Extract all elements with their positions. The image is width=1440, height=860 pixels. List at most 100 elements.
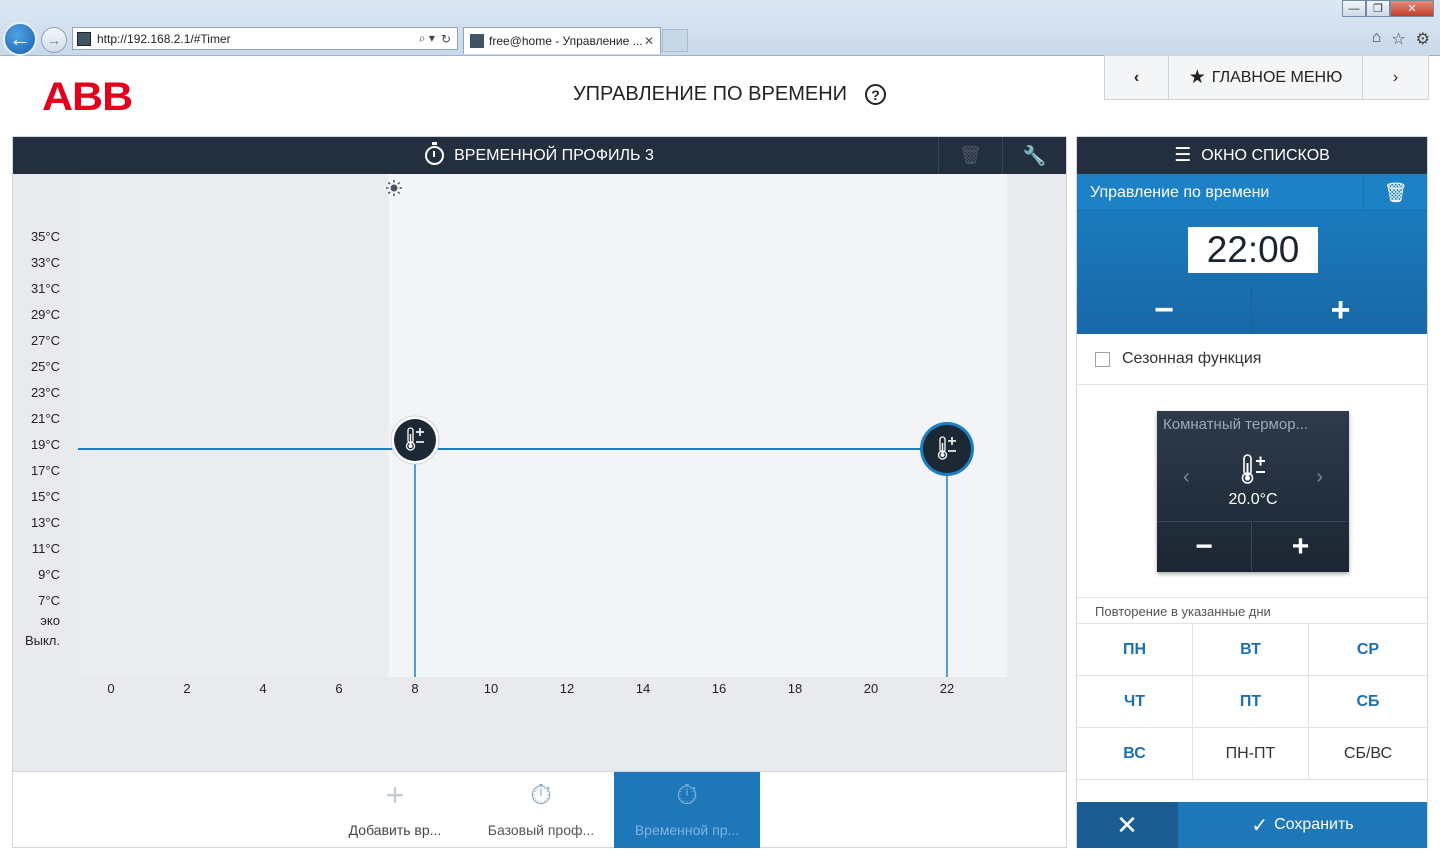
time-profile-label: Временной пр... <box>634 822 740 838</box>
day-button-wed[interactable]: СР <box>1309 624 1427 676</box>
y-tick-label: Выкл. <box>25 633 60 648</box>
search-icon[interactable]: ⌕ ▾ <box>419 31 435 46</box>
seasonal-function-checkbox[interactable] <box>1095 351 1110 367</box>
base-profile-label: Базовый проф... <box>487 822 595 838</box>
y-tick-label: 33°C <box>31 255 60 270</box>
browser-tab[interactable]: free@home - Управление ... ✕ <box>463 27 661 54</box>
seasonal-function-label: Сезонная функция <box>1122 350 1262 367</box>
time-decrease-button[interactable]: − <box>1077 287 1252 334</box>
y-tick-label: 19°C <box>31 437 60 452</box>
setpoint-marker[interactable] <box>920 422 974 476</box>
x-tick-label: 6 <box>335 681 342 696</box>
close-window-button[interactable]: ✕ <box>1390 0 1434 17</box>
day-button-weekend[interactable]: СБ/ВС <box>1309 728 1427 780</box>
address-url[interactable]: http://192.168.2.1/#Timer <box>97 32 419 46</box>
thermostat-card: Комнатный термор... ‹ › 20.0°C − + <box>1157 411 1349 572</box>
y-tick-label: 17°C <box>31 463 60 478</box>
favorites-star-icon[interactable]: ☆ <box>1391 29 1405 49</box>
trash-icon: 🗑 <box>1383 182 1408 204</box>
day-button-sat[interactable]: СБ <box>1309 676 1427 728</box>
weekday-selector: ПН ВТ СР ЧТ ПТ СБ ВС ПН-ПТ СБ/ВС <box>1077 623 1427 780</box>
profile-title: ВРЕМЕННОЙ ПРОФИЛЬ 3 <box>454 146 654 164</box>
x-tick-label: 10 <box>484 681 498 696</box>
thermostat-increase-button[interactable]: + <box>1253 521 1348 571</box>
window-controls: — ❐ ✕ <box>1342 0 1434 17</box>
seasonal-function-row[interactable]: Сезонная функция <box>1077 334 1427 385</box>
chevron-left-icon[interactable]: ‹ <box>1183 466 1190 489</box>
browser-toolbar-icons: ⌂ ☆ ⚙ <box>1372 29 1430 49</box>
x-tick-label: 4 <box>259 681 266 696</box>
minimize-button[interactable]: — <box>1342 0 1366 17</box>
close-tab-icon[interactable]: ✕ <box>644 34 654 48</box>
main-menu-button[interactable]: ★ ГЛАВНОЕ МЕНЮ <box>1169 56 1363 99</box>
add-time-profile-button[interactable]: + Добавить вр... <box>322 772 468 848</box>
chart-svg[interactable]: 35°C33°C31°C29°C27°C25°C23°C21°C19°C17°C… <box>13 174 1066 770</box>
home-icon[interactable]: ⌂ <box>1372 29 1382 49</box>
arrow-right-icon: → <box>47 32 61 48</box>
time-increase-button[interactable]: + <box>1253 287 1428 334</box>
trash-icon: 🗑 <box>959 145 982 165</box>
nav-back-button[interactable]: ‹ <box>1105 56 1169 99</box>
browser-chrome: — ❐ ✕ ← → http://192.168.2.1/#Timer ⌕ ▾ … <box>0 0 1440 56</box>
chevron-right-icon[interactable]: › <box>1316 466 1323 489</box>
save-button[interactable]: ✓ Сохранить <box>1177 802 1427 848</box>
delete-entry-button[interactable]: 🗑 <box>1363 174 1427 211</box>
sun-icon <box>386 180 402 196</box>
time-display[interactable]: 22:00 <box>1188 227 1318 273</box>
profile-panel-header: ВРЕМЕННОЙ ПРОФИЛЬ 3 <box>13 137 1066 174</box>
address-bar[interactable]: http://192.168.2.1/#Timer ⌕ ▾ ↻ <box>72 27 458 50</box>
day-button-fri[interactable]: ПТ <box>1193 676 1309 728</box>
day-button-sun[interactable]: ВС <box>1077 728 1193 780</box>
maximize-button[interactable]: ❐ <box>1366 0 1390 17</box>
list-window-title: ОКНО СПИСКОВ <box>1201 146 1330 164</box>
x-tick-label: 20 <box>864 681 878 696</box>
plus-icon: + <box>385 776 405 813</box>
delete-profile-button[interactable]: 🗑 <box>938 137 1002 174</box>
stopwatch-check-icon: ⏱ <box>676 778 698 810</box>
setpoint-body <box>923 425 971 473</box>
y-tick-label: 7°C <box>38 593 60 608</box>
settings-gear-icon[interactable]: ⚙ <box>1416 29 1430 49</box>
day-button-mon[interactable]: ПН <box>1077 624 1193 676</box>
tab-favicon-icon <box>470 34 484 48</box>
y-tick-label: эко <box>40 613 60 628</box>
time-setting-block: Управление по времени 🗑 22:00 − + <box>1077 174 1427 334</box>
y-tick-label: 15°C <box>31 489 60 504</box>
tab-title: free@home - Управление ... <box>489 34 643 48</box>
list-window-header: ☰ ОКНО СПИСКОВ <box>1077 137 1427 174</box>
save-label: Сохранить <box>1274 816 1354 833</box>
thermo-bulb-fill <box>408 444 413 448</box>
time-profile-tab[interactable]: ⏱ Временной пр... <box>614 772 760 848</box>
y-tick-label: 23°C <box>31 385 60 400</box>
refresh-icon[interactable]: ↻ <box>441 32 451 46</box>
setpoint-body <box>394 419 436 461</box>
y-tick-label: 29°C <box>31 307 60 322</box>
y-tick-label: 21°C <box>31 411 60 426</box>
thermostat-decrease-button[interactable]: − <box>1157 521 1252 571</box>
profile-bottom-bar: + Добавить вр... ⏱ Базовый проф... ⏱ Вре… <box>13 771 1066 848</box>
cancel-button[interactable]: ✕ <box>1077 802 1177 848</box>
setpoint-marker[interactable] <box>390 415 440 465</box>
day-button-tue[interactable]: ВТ <box>1193 624 1309 676</box>
day-button-weekdays[interactable]: ПН-ПТ <box>1193 728 1309 780</box>
list-panel-footer: ✕ ✓ Сохранить <box>1077 802 1427 848</box>
thermometer-plus-minus-icon <box>1241 454 1265 484</box>
time-entry-header: Управление по времени 🗑 <box>1077 174 1427 211</box>
x-tick-label: 18 <box>788 681 802 696</box>
base-profile-button[interactable]: ⏱ Базовый проф... <box>468 772 614 848</box>
night-shade-area <box>78 174 389 677</box>
nav-forward-button[interactable]: › <box>1363 56 1428 99</box>
new-tab-button[interactable] <box>662 29 688 52</box>
site-favicon-icon <box>77 31 91 46</box>
wrench-icon: 🔧 <box>1022 145 1047 167</box>
temperature-schedule-chart[interactable]: 35°C 33°C 31°C 29°C 27°C 25°C 23°C 21°C 19°C 17°C… <box>13 174 1066 770</box>
browser-back-button[interactable]: ← <box>3 22 37 56</box>
day-button-thu[interactable]: ЧТ <box>1077 676 1193 728</box>
browser-forward-button[interactable]: → <box>41 27 67 53</box>
main-menu-label: ГЛАВНОЕ МЕНЮ <box>1211 68 1343 86</box>
time-profile-panel: ВРЕМЕННОЙ ПРОФИЛЬ 3 🗑 🔧 35°C 33°C 31°C 29°C… <box>12 136 1067 848</box>
profile-settings-button[interactable]: 🔧 <box>1002 137 1066 174</box>
y-tick-label: 11°C <box>32 541 60 556</box>
stopwatch-icon <box>425 142 445 165</box>
help-icon[interactable]: ? <box>865 84 886 105</box>
